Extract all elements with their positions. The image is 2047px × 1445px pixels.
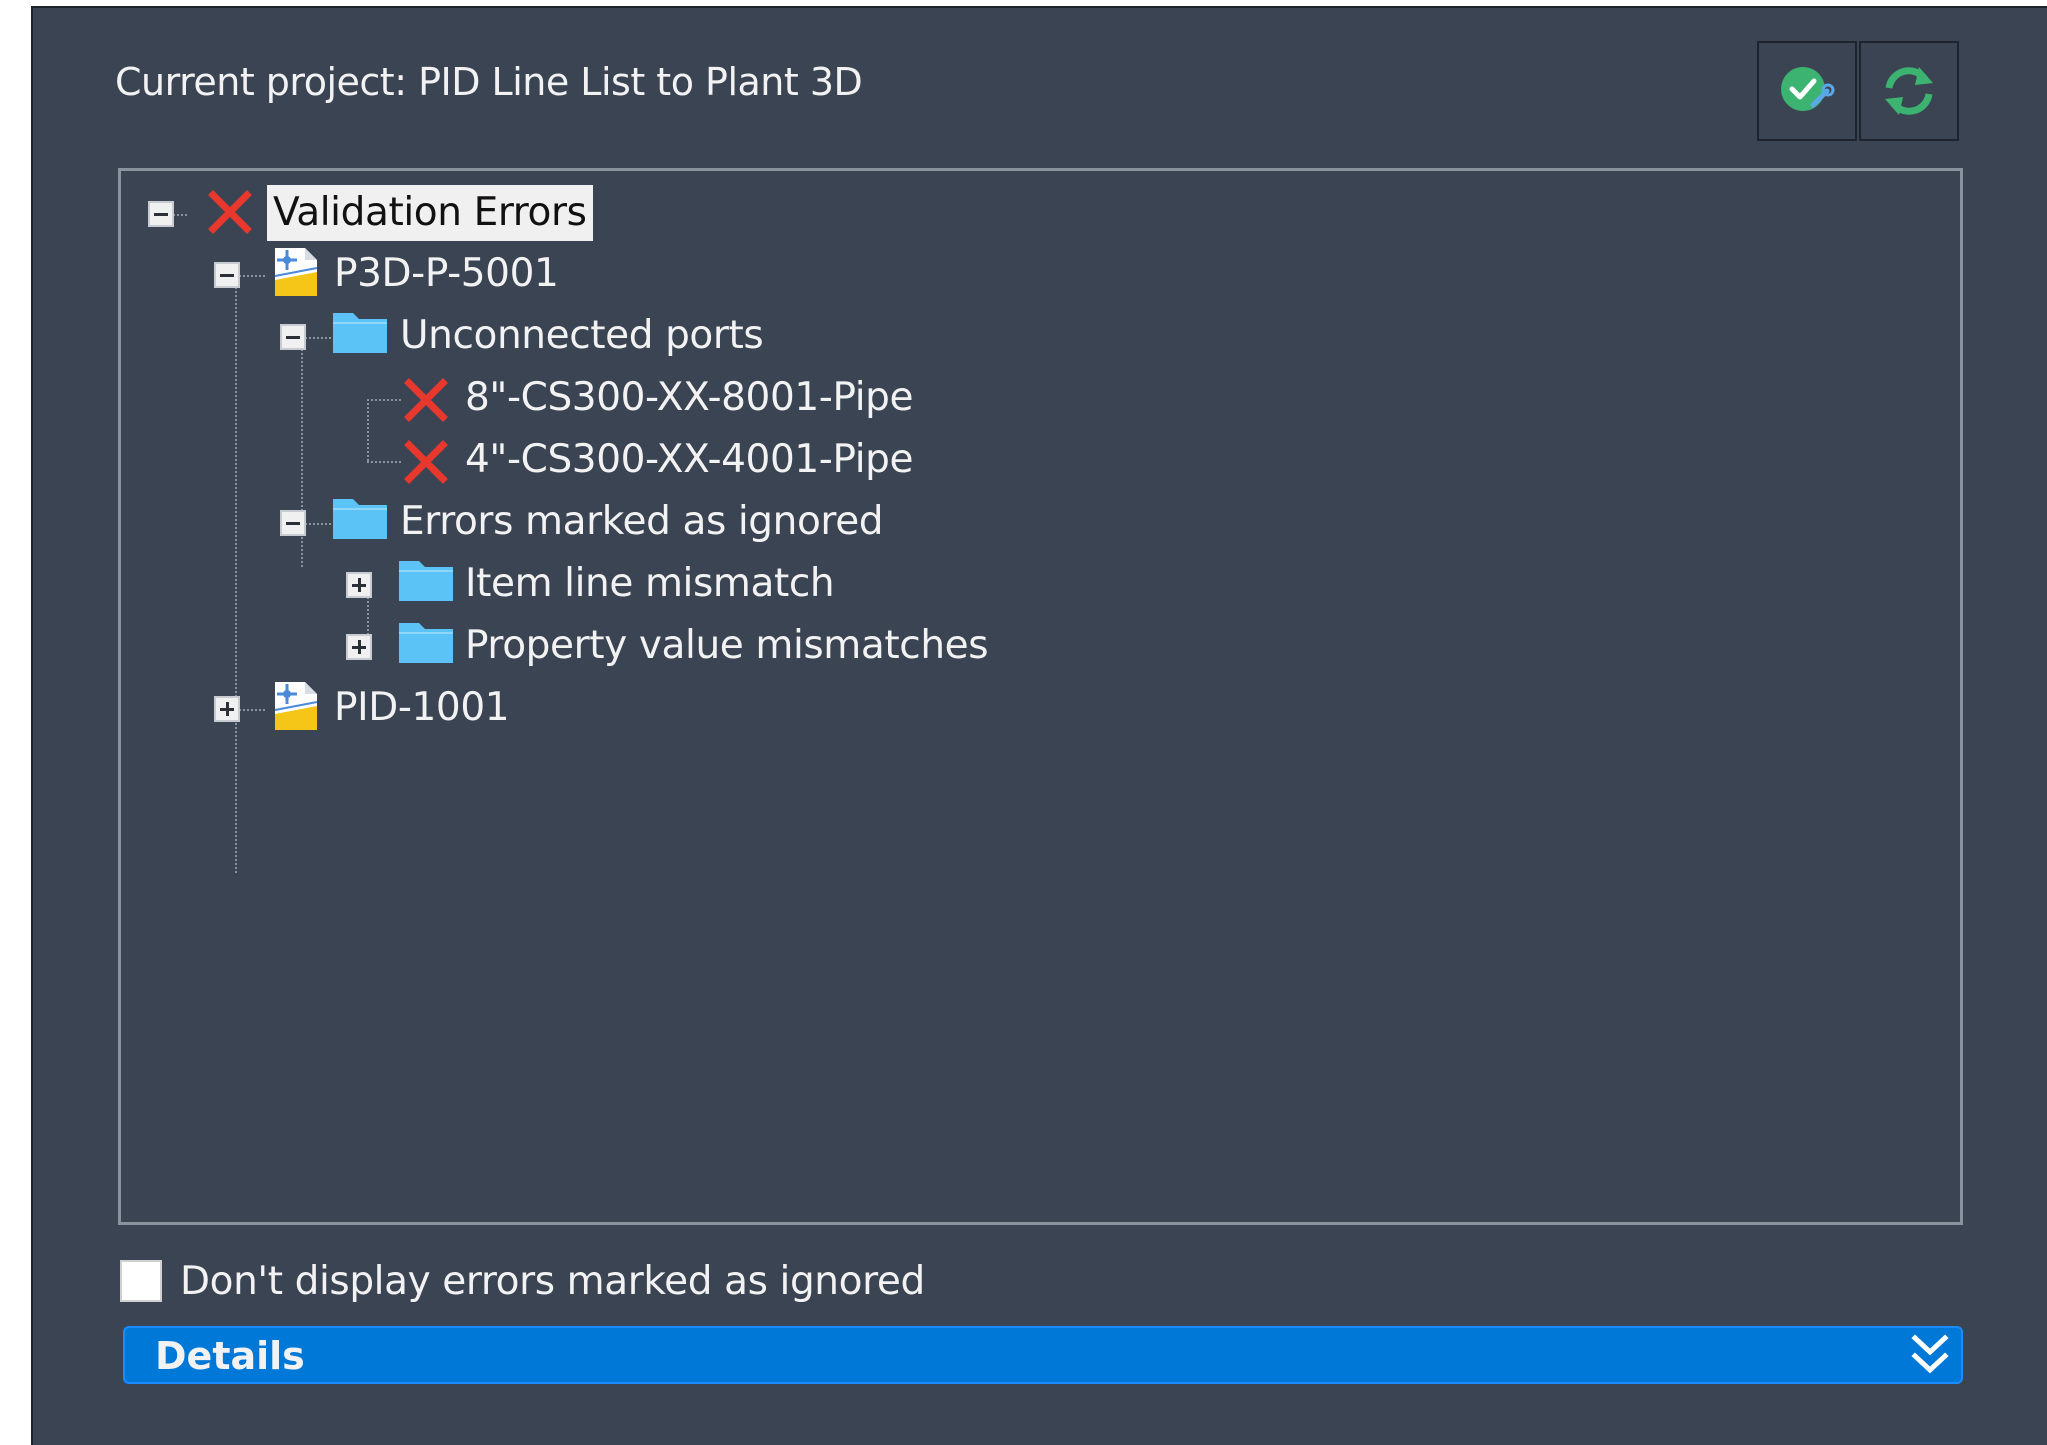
validate-check-icon [1781,67,1835,111]
tree-connector [367,399,401,401]
expand-toggle-pid-1001[interactable] [214,696,240,722]
folder-icon [333,313,387,353]
tree-node-unconnected-ports[interactable]: Unconnected ports [400,308,764,364]
error-x-icon [404,440,448,484]
validate-button[interactable] [1757,41,1857,141]
tree-node-error-4in-pipe[interactable]: 4"-CS300-XX-4001-Pipe [465,432,914,488]
current-project-label: Current project: PID Line List to Plant … [115,60,863,104]
validation-panel: Current project: PID Line List to Plant … [31,6,2047,1445]
tree-node-item-line-mismatch[interactable]: Item line mismatch [465,556,835,612]
tree-node-error-8in-pipe[interactable]: 8"-CS300-XX-8001-Pipe [465,370,914,426]
drawing-icon [274,248,318,296]
refresh-icon [1885,67,1933,115]
double-chevron-down-icon[interactable] [1907,1332,1953,1380]
tree-node-p3d-p-5001[interactable]: P3D-P-5001 [334,246,559,302]
tree-node-pid-1001[interactable]: PID-1001 [334,680,510,736]
tree-node-validation-errors[interactable]: Validation Errors [267,185,593,241]
tree-node-errors-ignored[interactable]: Errors marked as ignored [400,494,884,550]
tree-node-property-mismatches[interactable]: Property value mismatches [465,618,989,674]
refresh-button[interactable] [1859,41,1959,141]
drawing-icon [274,682,318,730]
collapse-toggle-errors-ignored[interactable] [280,510,306,536]
hide-ignored-label: Don't display errors marked as ignored [180,1258,925,1304]
tree-connector [367,461,401,463]
error-x-icon [404,378,448,422]
details-expander[interactable]: Details [123,1326,1963,1384]
validation-tree[interactable]: Validation Errors P3D-P-5001 Unconnected… [118,168,1963,1225]
collapse-toggle-p3d-p-5001[interactable] [214,262,240,288]
error-x-icon [208,190,252,234]
folder-icon [399,561,453,601]
details-label: Details [155,1334,305,1378]
collapse-toggle-validation-errors[interactable] [148,201,174,227]
tree-connector [235,275,237,873]
hide-ignored-checkbox[interactable] [120,1260,162,1302]
expand-toggle-item-line-mismatch[interactable] [346,572,372,598]
folder-icon [333,499,387,539]
hide-ignored-option[interactable]: Don't display errors marked as ignored [120,1258,925,1304]
tree-connector [367,399,369,461]
folder-icon [399,623,453,663]
collapse-toggle-unconnected-ports[interactable] [280,324,306,350]
expand-toggle-property-mismatches[interactable] [346,634,372,660]
